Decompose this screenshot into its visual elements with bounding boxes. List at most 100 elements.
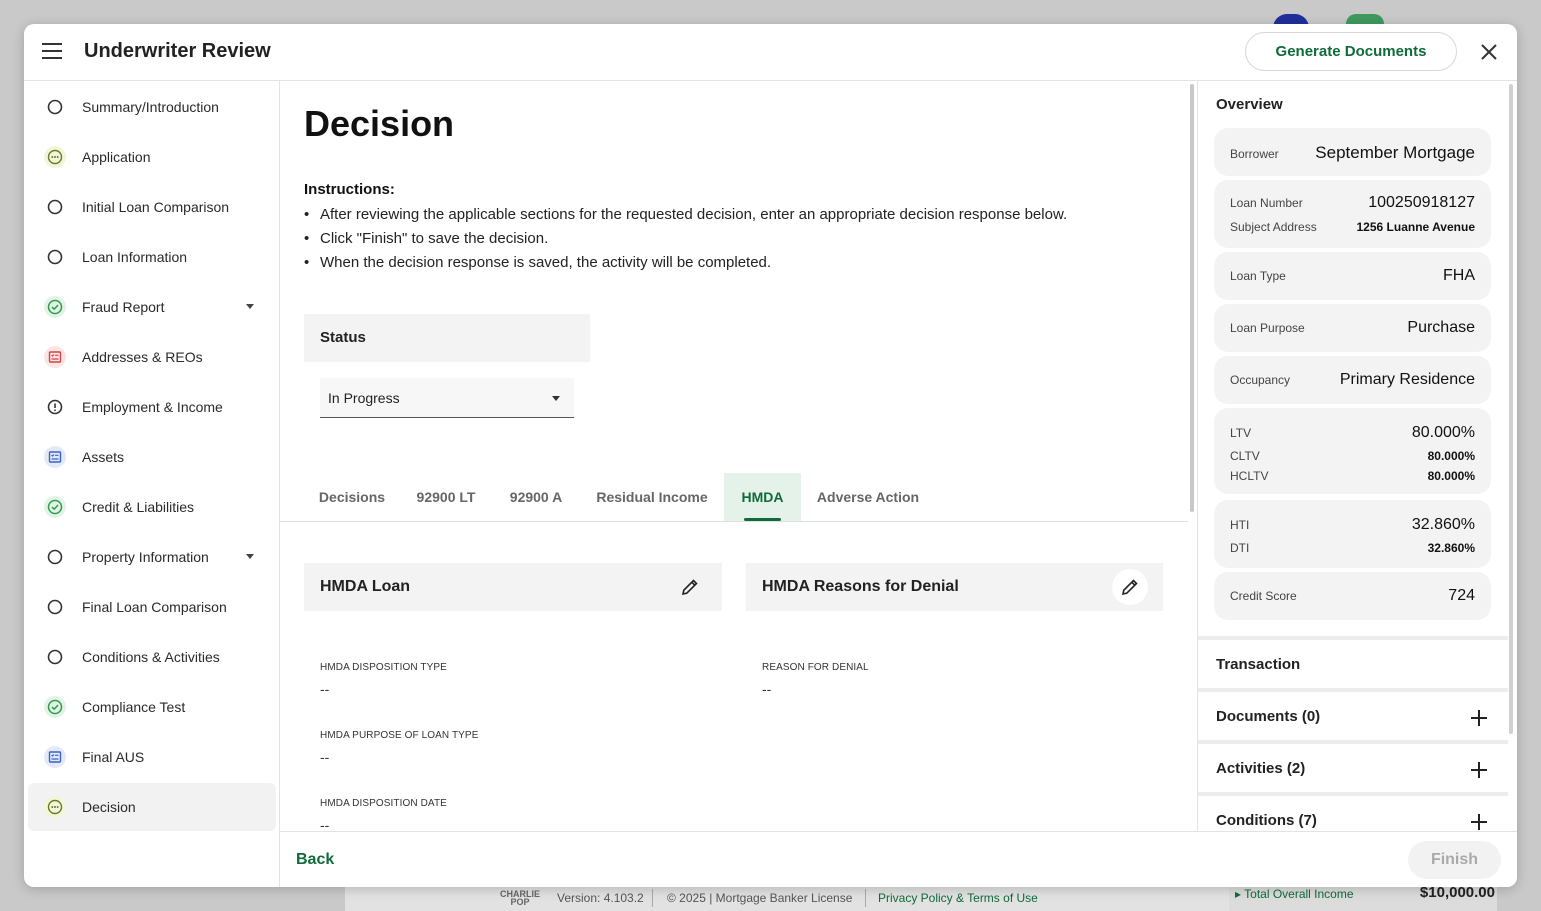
bg-income-label[interactable]: ▸ Total Overall Income [1235, 887, 1354, 901]
field-label: Reason for Denial [762, 662, 869, 673]
sidebar-item-credit-liabilities[interactable]: Credit & Liabilities [28, 483, 276, 531]
circle-outline-icon [44, 646, 66, 668]
circle-outline-icon [44, 196, 66, 218]
section-transaction[interactable]: Transaction [1198, 636, 1508, 688]
overview-value: 80.000% [1427, 469, 1475, 483]
overview-title: Overview [1216, 96, 1283, 113]
sidebar-item-initial-loan-comparison[interactable]: Initial Loan Comparison [28, 183, 276, 231]
sidebar-item-label: Loan Information [82, 249, 188, 265]
bg-separator [865, 889, 866, 907]
sidebar-item-decision[interactable]: Decision [28, 783, 276, 831]
section-label: Conditions (7) [1216, 812, 1317, 829]
tab-adverse-action[interactable]: Adverse Action [801, 473, 935, 521]
sidebar-item-fraud-report[interactable]: Fraud Report [28, 283, 276, 331]
overview-value: 32.860% [1411, 516, 1475, 533]
bg-version: Version: 4.103.2 [557, 890, 644, 905]
circle-outline-icon [44, 596, 66, 618]
overview-label: Credit Score [1230, 589, 1297, 603]
overview-label: Borrower [1230, 147, 1279, 161]
sidebar-item-addresses-reos[interactable]: Addresses & REOs [28, 333, 276, 381]
section-conditions[interactable]: Conditions (7) [1198, 792, 1508, 831]
instructions-list: After reviewing the applicable sections … [304, 203, 1067, 275]
overview-value: 80.000% [1411, 424, 1475, 441]
main-scrollbar[interactable] [1190, 84, 1194, 512]
plus-icon[interactable] [1471, 710, 1487, 726]
overview-value: FHA [1443, 267, 1475, 284]
overview-loan-number-card: Loan Number 100250918127 Subject Address… [1214, 180, 1491, 248]
overview-label: Loan Number [1230, 196, 1303, 210]
overview-label: HCLTV [1230, 469, 1269, 483]
field-value: -- [320, 817, 330, 831]
checklist-icon [44, 446, 66, 468]
modal-footer: Back Finish [280, 831, 1517, 887]
sidebar-item-label: Property Information [82, 549, 209, 565]
plus-icon[interactable] [1471, 814, 1487, 830]
field-value: -- [320, 749, 330, 765]
page-title: Decision [304, 103, 455, 144]
finish-button[interactable]: Finish [1408, 841, 1501, 879]
section-activities[interactable]: Activities (2) [1198, 740, 1508, 792]
instructions-title: Instructions: [304, 181, 395, 198]
modal-header: Underwriter Review Generate Documents [24, 24, 1517, 81]
overview-loan-type-card: Loan Type FHA [1214, 252, 1491, 300]
overview-hti-card: HTI 32.860% DTI 32.860% [1214, 500, 1491, 568]
field-label: HMDA Disposition Type [320, 662, 447, 673]
generate-documents-button[interactable]: Generate Documents [1245, 32, 1457, 71]
tab-92900-lt[interactable]: 92900 LT [400, 473, 492, 521]
sidebar-item-final-loan-comparison[interactable]: Final Loan Comparison [28, 583, 276, 631]
bg-income-label-text: Total Overall Income [1244, 887, 1354, 901]
close-icon[interactable] [1477, 40, 1501, 64]
main-content: Decision Instructions: After reviewing t… [280, 81, 1188, 831]
check-circle-icon [44, 696, 66, 718]
sidebar-item-employment-income[interactable]: Employment & Income [28, 383, 276, 431]
hmda-loan-header: HMDA Loan [304, 563, 722, 611]
sidebar-item-application[interactable]: Application [28, 133, 276, 181]
tab-residual-income[interactable]: Residual Income [580, 473, 724, 521]
field-value: -- [762, 681, 772, 697]
overview-label: Occupancy [1230, 373, 1291, 387]
overview-ltv-card: LTV 80.000% CLTV 80.000% HCLTV 80.000% [1214, 408, 1491, 494]
sidebar-item-property-information[interactable]: Property Information [28, 533, 276, 581]
chevron-down-icon[interactable] [246, 554, 254, 559]
bg-privacy-link[interactable]: Privacy Policy & Terms of Use [878, 891, 1038, 905]
overview-borrower-card: Borrower September Mortgage [1214, 128, 1491, 176]
sidebar-item-assets[interactable]: Assets [28, 433, 276, 481]
tab-92900-a[interactable]: 92900 A [492, 473, 580, 521]
plus-icon[interactable] [1471, 762, 1487, 778]
overview-label: DTI [1230, 541, 1250, 555]
instruction-item: When the decision response is saved, the… [304, 251, 1067, 275]
overview-scrollbar[interactable] [1509, 84, 1513, 734]
menu-icon[interactable] [42, 43, 62, 59]
error-checklist-icon [44, 346, 66, 368]
sidebar-item-compliance-test[interactable]: Compliance Test [28, 683, 276, 731]
sidebar-item-label: Addresses & REOs [82, 349, 203, 365]
sidebar-item-summary[interactable]: Summary/Introduction [28, 83, 276, 131]
tab-decisions[interactable]: Decisions [304, 473, 400, 521]
status-select[interactable]: In Progress [320, 378, 574, 418]
instruction-item: After reviewing the applicable sections … [304, 203, 1067, 227]
section-label: Activities (2) [1216, 760, 1306, 777]
sidebar-item-final-aus[interactable]: Final AUS [28, 733, 276, 781]
overview-value: 100250918127 [1368, 194, 1475, 211]
circle-outline-icon [44, 96, 66, 118]
tab-hmda[interactable]: HMDA [724, 473, 801, 521]
section-documents[interactable]: Documents (0) [1198, 688, 1508, 740]
check-circle-icon [44, 496, 66, 518]
overview-credit-card: Credit Score 724 [1214, 572, 1491, 620]
pending-icon [44, 796, 66, 818]
sidebar-item-conditions-activities[interactable]: Conditions & Activities [28, 633, 276, 681]
bg-separator [652, 889, 653, 907]
sidebar-item-loan-information[interactable]: Loan Information [28, 233, 276, 281]
overview-value: 80.000% [1427, 449, 1475, 463]
hmda-loan-title: HMDA Loan [320, 578, 411, 595]
sidebar-nav: Summary/Introduction Application Initial… [24, 81, 280, 887]
sidebar-item-label: Final AUS [82, 749, 145, 765]
overview-label: Subject Address [1230, 220, 1317, 234]
sidebar-item-label: Compliance Test [82, 699, 186, 715]
sidebar-item-label: Credit & Liabilities [82, 499, 195, 515]
overview-panel: Overview Borrower September Mortgage Loa… [1197, 81, 1517, 831]
back-button[interactable]: Back [296, 851, 334, 869]
edit-hmda-denial-button[interactable] [1112, 569, 1148, 605]
chevron-down-icon[interactable] [246, 304, 254, 309]
edit-hmda-loan-button[interactable] [672, 569, 708, 605]
